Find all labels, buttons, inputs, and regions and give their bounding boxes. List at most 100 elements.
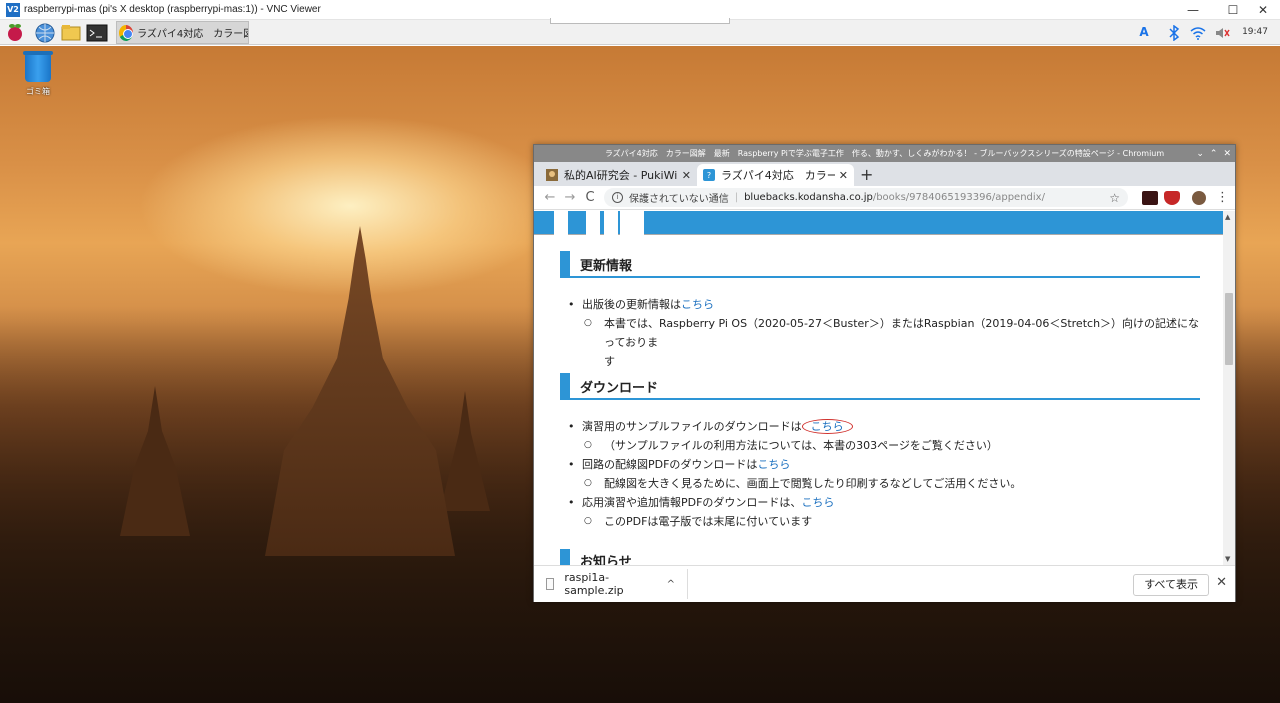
extra-pdf-link[interactable]: こちら <box>801 496 834 509</box>
vnc-window-title: raspberrypi-mas (pi's X desktop (raspber… <box>24 4 321 15</box>
terminal-launcher-icon[interactable] <box>86 22 108 43</box>
scroll-down-arrow-icon[interactable]: ▼ <box>1225 555 1230 563</box>
tab-strip: 私的AI研究会 - PukiWiki ✕ ? ラズパイ4対応 カラー図 ✕ + <box>534 162 1235 186</box>
forward-button[interactable]: → <box>560 190 580 205</box>
banner-stripe <box>554 211 568 235</box>
window-maximize-icon[interactable]: ⌃ <box>1210 149 1218 159</box>
sub-item-text: 配線図を大きく見るために、画面上で閲覧したり印刷するなどしてご活用ください。 <box>604 477 1022 490</box>
site-info-icon[interactable]: i <box>612 192 623 203</box>
heading-accent-bar <box>560 251 570 277</box>
extension-icon[interactable] <box>1142 190 1158 205</box>
download-options-chevron-icon[interactable]: ^ <box>667 579 675 590</box>
volume-muted-icon[interactable] <box>1212 20 1232 45</box>
sample-download-link[interactable]: こちら <box>801 419 853 434</box>
site-banner <box>534 211 1225 235</box>
back-button[interactable]: ← <box>540 190 560 205</box>
tab-title: 私的AI研究会 - PukiWiki <box>564 169 678 182</box>
scrollbar-thumb[interactable] <box>1225 293 1233 365</box>
heading-text: 更新情報 <box>580 258 633 274</box>
chromium-window: ラズパイ4対応 カラー図解 最新 Raspberry Piで学ぶ電子工作 作る、… <box>533 144 1236 602</box>
vnc-titlebar: V2 raspberrypi-mas (pi's X desktop (rasp… <box>0 0 1280 20</box>
sub-item-text: 本書では、Raspberry Pi OS（2020-05-27＜Buster＞）… <box>604 317 1200 349</box>
browser-toolbar: ← → C i 保護されていない通信 | bluebacks.kodansha.… <box>534 186 1235 210</box>
sub-item-text-continued: す <box>604 355 615 368</box>
tab-close-icon[interactable]: ✕ <box>839 169 848 182</box>
show-all-downloads-button[interactable]: すべて表示 <box>1133 574 1209 596</box>
input-method-icon[interactable]: A <box>1134 20 1154 45</box>
banner-stripe <box>630 211 644 235</box>
bluetooth-icon[interactable] <box>1164 20 1184 45</box>
window-close-icon[interactable]: ✕ <box>1223 149 1231 159</box>
svg-text:?: ? <box>707 171 711 180</box>
address-bar[interactable]: i 保護されていない通信 | bluebacks.kodansha.co.jp /… <box>604 188 1128 207</box>
list-item-text: 応用演習や追加情報PDFのダウンロードは、 <box>582 496 802 509</box>
profile-avatar[interactable] <box>1192 190 1206 205</box>
wiring-pdf-link[interactable]: こちら <box>757 458 790 471</box>
bookmark-star-icon[interactable]: ☆ <box>1109 191 1120 205</box>
heading-accent-bar <box>560 549 570 565</box>
trash-icon <box>23 51 53 82</box>
trash-desktop-icon[interactable]: ゴミ箱 <box>22 51 54 98</box>
chromium-window-title: ラズパイ4対応 カラー図解 最新 Raspberry Piで学ぶ電子工作 作る、… <box>604 149 1165 158</box>
sub-list-item: このPDFは電子版では末尾に付いています <box>564 512 1204 531</box>
section-heading-partial: お知らせ <box>580 555 632 565</box>
file-icon <box>546 578 555 590</box>
heading-text: ダウンロード <box>580 380 659 396</box>
sub-list-item: 配線図を大きく見るために、画面上で閲覧したり印刷するなどしてご活用ください。 <box>564 474 1204 493</box>
vnc-toolbar-handle[interactable] <box>550 18 730 24</box>
list-item-text: 出版後の更新情報は <box>582 298 681 311</box>
taskbar-panel: ラズパイ4対応 カラー図... A 19:47 <box>0 18 1280 45</box>
minimize-button[interactable]: — <box>1176 0 1210 20</box>
tab-close-icon[interactable]: ✕ <box>682 169 691 182</box>
banner-stripe <box>604 211 618 235</box>
download-list: 演習用のサンプルファイルのダウンロードはこちら （サンプルファイルの利用方法につ… <box>564 417 1204 531</box>
list-item-text: 回路の配線図PDFのダウンロードは <box>582 458 758 471</box>
tab-title: ラズパイ4対応 カラー図 <box>721 169 835 182</box>
omnibox-separator: | <box>734 192 739 203</box>
list-item: 出版後の更新情報はこちら <box>564 295 1204 314</box>
tab-pukiwiki[interactable]: 私的AI研究会 - PukiWiki ✕ <box>540 164 697 186</box>
reload-button[interactable]: C <box>580 190 600 205</box>
pukiwiki-favicon-icon <box>546 169 558 181</box>
raspberry-menu-icon[interactable] <box>4 22 26 43</box>
chrome-menu-icon[interactable]: ⋮ <box>1216 190 1229 205</box>
taskbar-chromium-window[interactable]: ラズパイ4対応 カラー図... <box>116 21 249 44</box>
sub-list-item: （サンプルファイルの利用方法については、本書の303ページをご覧ください） <box>564 436 1204 455</box>
close-button[interactable]: ✕ <box>1246 0 1280 20</box>
sub-item-text: このPDFは電子版では末尾に付いています <box>604 515 813 528</box>
updates-list: 出版後の更新情報はこちら 本書では、Raspberry Pi OS（2020-0… <box>564 295 1204 371</box>
list-item: 回路の配線図PDFのダウンロードはこちら <box>564 455 1204 474</box>
section-heading-updates: 更新情報 <box>560 251 1200 278</box>
updates-link[interactable]: こちら <box>681 298 714 311</box>
list-item-text: 演習用のサンプルファイルのダウンロードは <box>582 420 802 433</box>
close-download-shelf-icon[interactable]: ✕ <box>1216 575 1227 590</box>
new-tab-button[interactable]: + <box>860 164 873 186</box>
shield-extension-icon[interactable] <box>1164 190 1180 205</box>
chromium-icon <box>119 24 134 41</box>
url-path: /books/9784065193396/appendix/ <box>872 192 1045 203</box>
wifi-icon[interactable] <box>1188 20 1208 45</box>
insecure-connection-label: 保護されていない通信 <box>629 194 729 205</box>
url-host: bluebacks.kodansha.co.jp <box>744 192 873 203</box>
chromium-window-titlebar[interactable]: ラズパイ4対応 カラー図解 最新 Raspberry Piで学ぶ電子工作 作る、… <box>534 145 1235 162</box>
download-filename: raspi1a-sample.zip <box>564 571 624 597</box>
list-item: 応用演習や追加情報PDFのダウンロードは、こちら <box>564 493 1204 512</box>
sub-list-item: 本書では、Raspberry Pi OS（2020-05-27＜Buster＞）… <box>564 314 1204 371</box>
download-item[interactable]: raspi1a-sample.zip ^ <box>534 569 688 599</box>
web-browser-launcher-icon[interactable] <box>34 22 56 43</box>
page-content: 更新情報 出版後の更新情報はこちら 本書では、Raspberry Pi OS（2… <box>534 211 1225 565</box>
download-shelf: raspi1a-sample.zip ^ すべて表示 ✕ <box>534 565 1235 602</box>
window-minimize-icon[interactable]: ⌄ <box>1196 149 1204 159</box>
file-manager-launcher-icon[interactable] <box>60 22 82 43</box>
list-item: 演習用のサンプルファイルのダウンロードはこちら <box>564 417 1204 436</box>
scroll-up-arrow-icon[interactable]: ▲ <box>1225 213 1230 221</box>
taskbar-window-label: ラズパイ4対応 カラー図... <box>137 29 248 40</box>
maximize-button[interactable]: ☐ <box>1216 0 1250 20</box>
page-scrollbar[interactable]: ▲ ▼ <box>1223 211 1235 565</box>
clock: 19:47 <box>1242 27 1268 37</box>
section-heading-download: ダウンロード <box>560 373 1200 400</box>
trash-label: ゴミ箱 <box>26 87 50 96</box>
vnc-logo-icon: V2 <box>6 2 20 17</box>
tab-raspi-appendix[interactable]: ? ラズパイ4対応 カラー図 ✕ <box>697 164 854 186</box>
sub-item-text: （サンプルファイルの利用方法については、本書の303ページをご覧ください） <box>604 439 998 452</box>
